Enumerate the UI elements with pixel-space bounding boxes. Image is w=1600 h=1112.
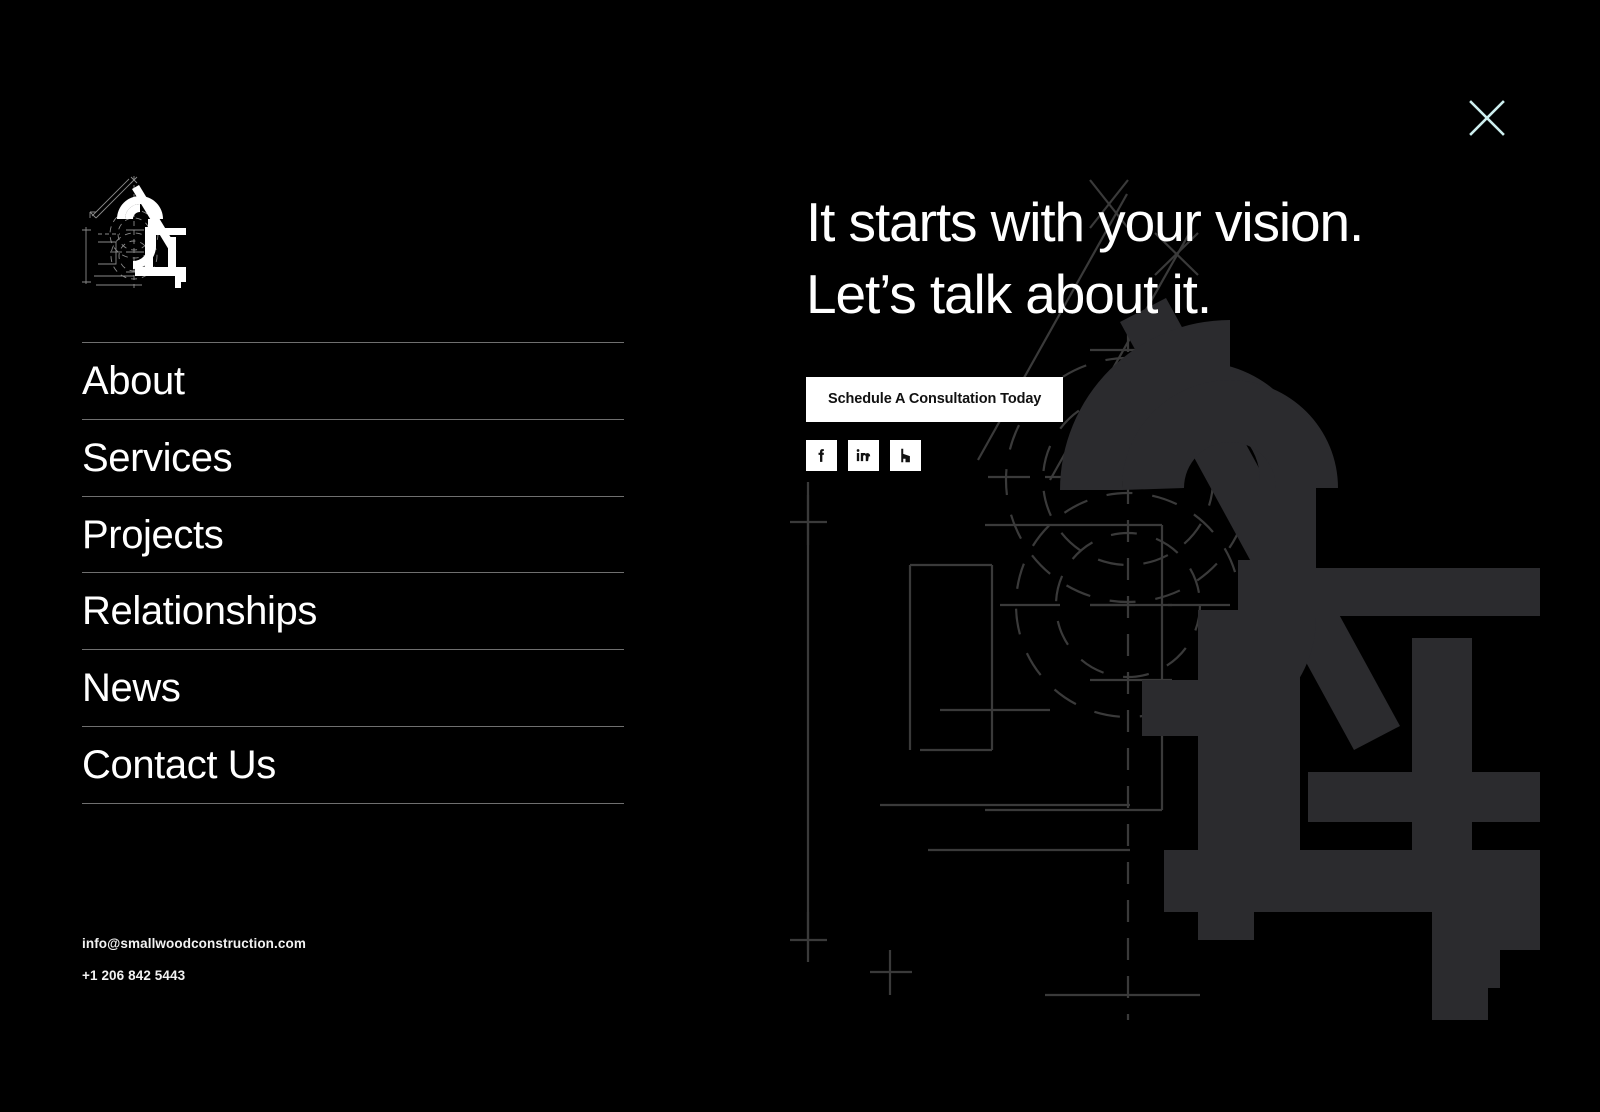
schedule-consultation-button[interactable]: Schedule A Consultation Today [806, 377, 1064, 423]
menu-right-column: It starts with your vision. Let’s talk a… [806, 186, 1506, 472]
menu-left-column: About Services Projects Relationships Ne… [82, 172, 624, 804]
nav-item-label: News [82, 666, 181, 711]
nav-item-projects[interactable]: Projects [82, 495, 624, 573]
headline-line-2: Let’s talk about it. [806, 263, 1212, 326]
social-link-houzz[interactable] [890, 440, 921, 472]
nav-item-services[interactable]: Services [82, 418, 624, 496]
nav-item-label: Relationships [82, 589, 317, 634]
nav-item-label: Contact Us [82, 742, 276, 787]
close-menu-button[interactable] [1466, 97, 1508, 139]
social-link-facebook[interactable] [806, 440, 837, 472]
houzz-icon [901, 448, 910, 463]
close-icon [1469, 100, 1505, 136]
social-links [806, 440, 1506, 472]
nav-item-about[interactable]: About [82, 342, 624, 419]
linkedin-icon [856, 449, 871, 462]
main-navigation: About Services Projects Relationships Ne… [82, 342, 624, 804]
headline-line-1: It starts with your vision. [806, 191, 1364, 253]
social-link-linkedin[interactable] [848, 440, 879, 472]
nav-item-label: Services [82, 435, 233, 480]
nav-item-label: About [82, 359, 185, 403]
nav-item-label: Projects [82, 512, 224, 557]
nav-overlay: About Services Projects Relationships Ne… [0, 0, 1600, 1112]
hero-headline: It starts with your vision. Let’s talk a… [806, 186, 1506, 330]
smallwood-house-logo-icon[interactable] [82, 172, 186, 294]
contact-phone-link[interactable]: +1 206 842 5443 [82, 968, 306, 983]
facebook-icon [818, 449, 824, 462]
contact-email-link[interactable]: info@smallwoodconstruction.com [82, 936, 306, 951]
nav-item-contact-us[interactable]: Contact Us [82, 725, 624, 804]
contact-details: info@smallwoodconstruction.com +1 206 84… [82, 936, 306, 983]
nav-item-relationships[interactable]: Relationships [82, 572, 624, 649]
nav-item-news[interactable]: News [82, 649, 624, 726]
